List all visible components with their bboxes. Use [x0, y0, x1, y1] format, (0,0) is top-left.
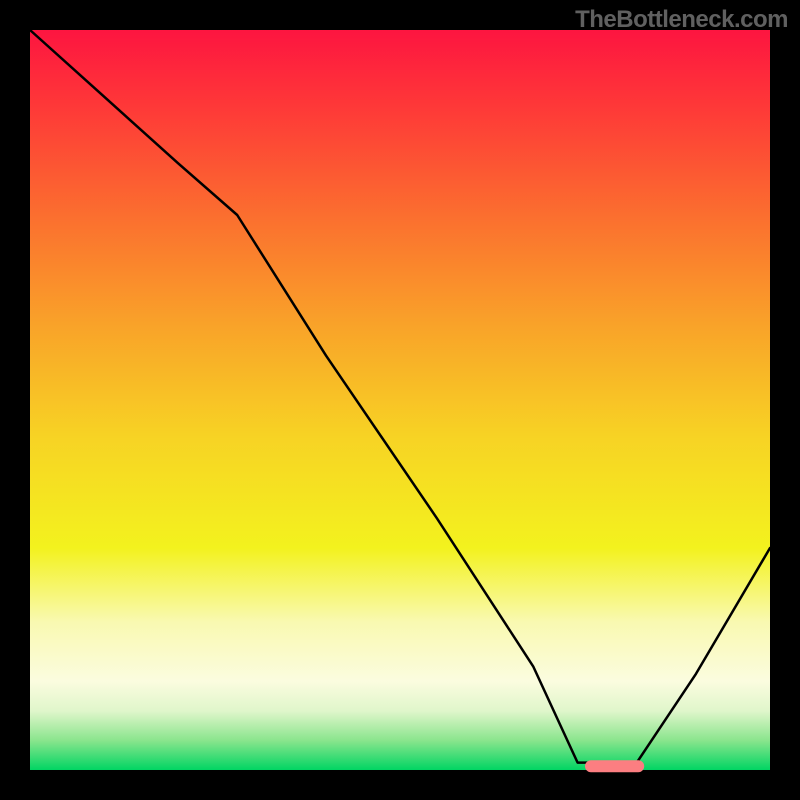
- chart-container: TheBottleneck.com: [0, 0, 800, 800]
- bottleneck-chart: [0, 0, 800, 800]
- optimal-marker: [585, 760, 644, 772]
- plot-background: [30, 30, 770, 770]
- attribution-label: TheBottleneck.com: [575, 6, 788, 34]
